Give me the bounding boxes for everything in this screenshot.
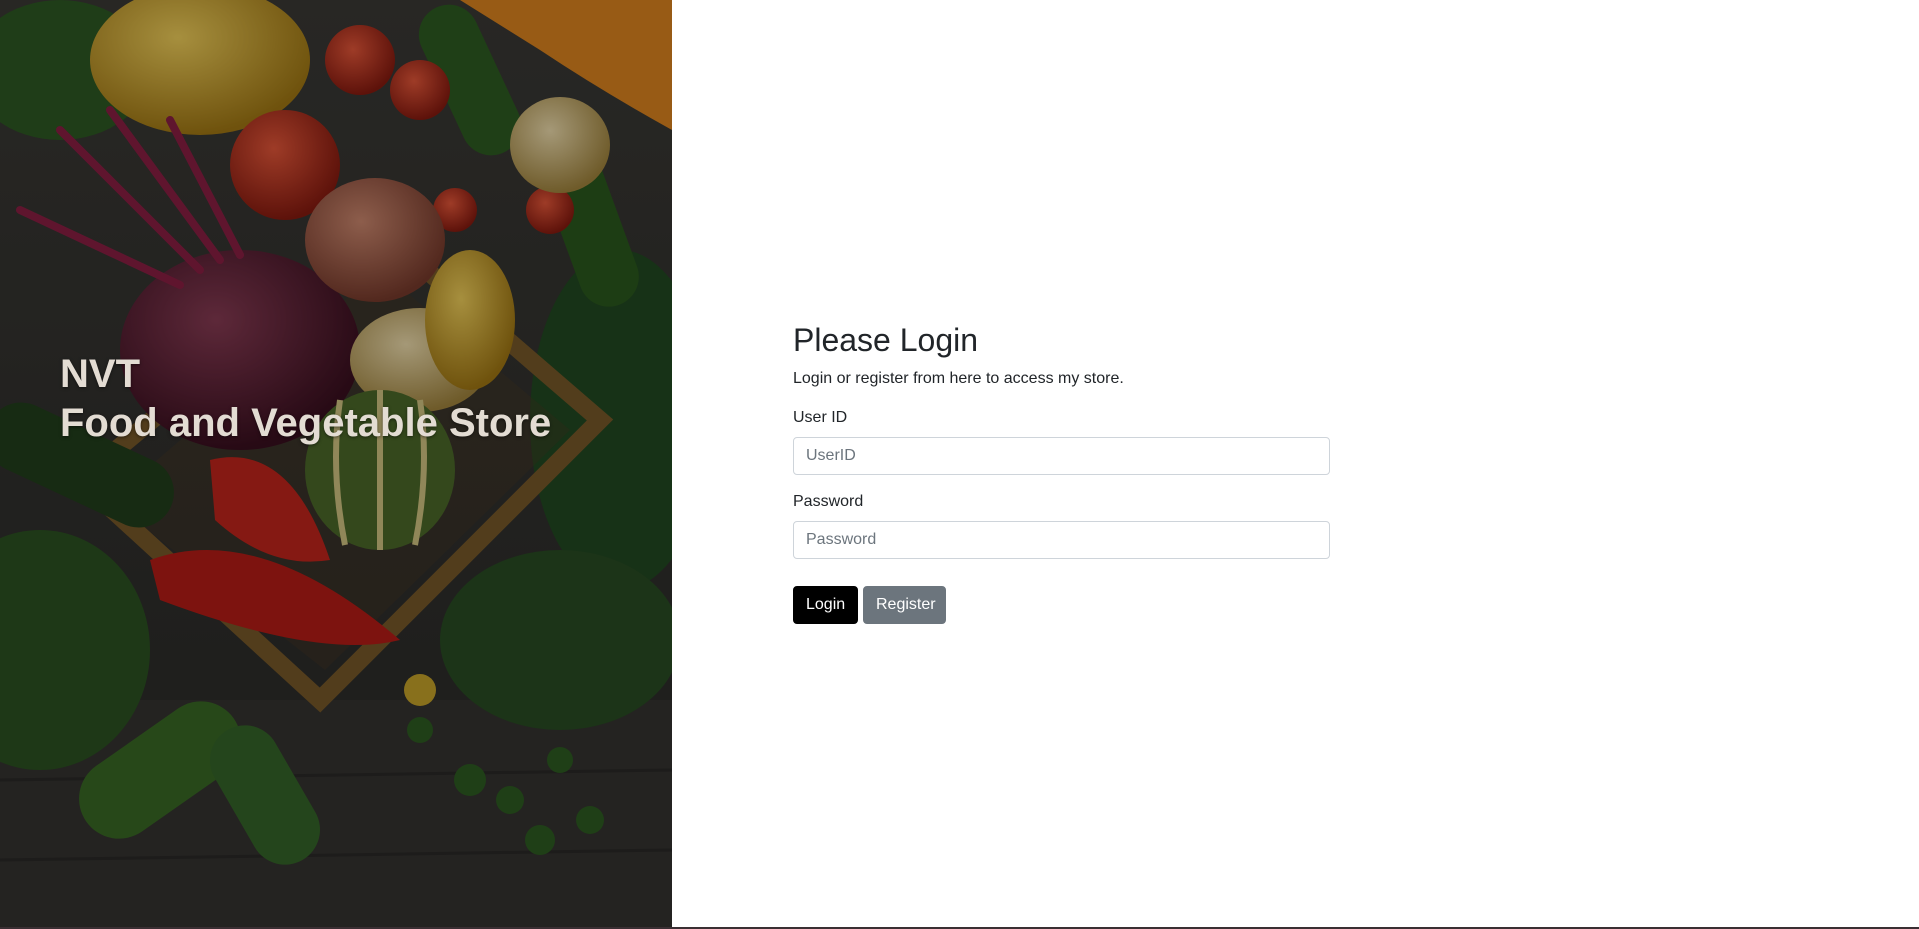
password-label: Password xyxy=(793,493,864,510)
hero-heading: NVT Food and Vegetable Store xyxy=(60,350,660,448)
user-id-label: User ID xyxy=(793,409,848,426)
register-button[interactable]: Register xyxy=(863,586,946,624)
store-tagline: Food and Vegetable Store xyxy=(60,401,552,445)
user-id-input[interactable] xyxy=(793,437,1330,475)
login-button[interactable]: Login xyxy=(793,586,858,624)
login-form: Please Login Login or register from here… xyxy=(793,320,1330,624)
hero-panel: NVT Food and Vegetable Store xyxy=(0,0,672,928)
form-actions: Login Register xyxy=(793,586,1330,624)
hero-overlay xyxy=(0,0,672,928)
login-subtitle: Login or register from here to access my… xyxy=(793,370,1124,387)
login-page: NVT Food and Vegetable Store Please Logi… xyxy=(0,0,1919,929)
page-title: Please Login xyxy=(793,322,979,358)
password-input[interactable] xyxy=(793,521,1330,559)
brand-name: NVT xyxy=(60,352,140,396)
